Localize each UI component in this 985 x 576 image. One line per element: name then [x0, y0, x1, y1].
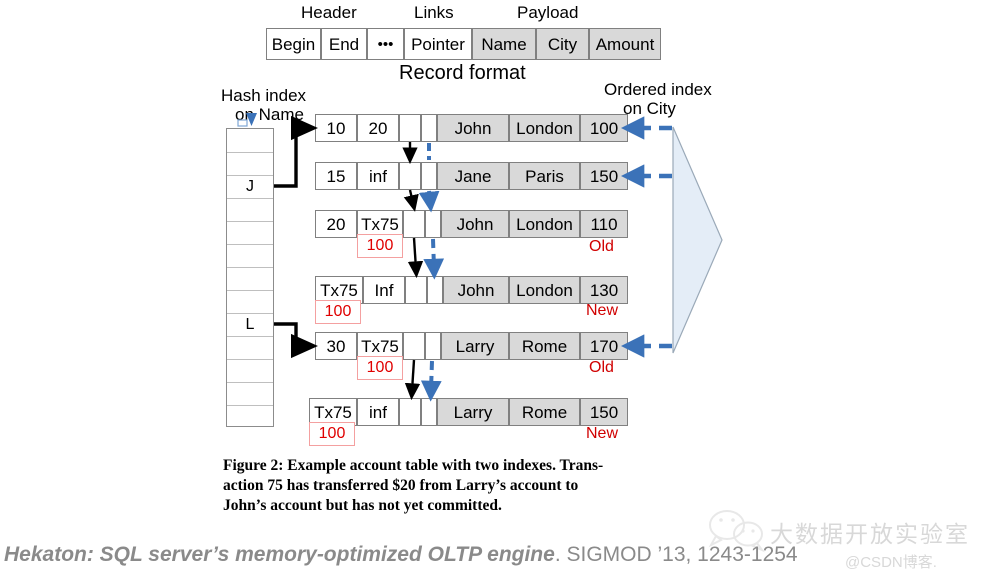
btree-chain-arrow-4: [420, 360, 442, 402]
record-format-col-name: Name: [472, 28, 536, 60]
caption-line-1: Figure 2: Example account table with two…: [223, 457, 604, 474]
record-5-name: Larry: [437, 398, 509, 426]
hash-bucket-6[interactable]: [227, 267, 273, 290]
hash-index-label-line1: Hash index: [221, 86, 307, 105]
record-1-begin: 15: [315, 162, 357, 190]
record-5-ptr-hash: [399, 398, 421, 426]
hash-bucket-2-j[interactable]: J: [227, 175, 273, 198]
hash-bucket-3[interactable]: [227, 198, 273, 221]
hash-bucket-1[interactable]: [227, 152, 273, 175]
record-2-begin: 20: [315, 210, 357, 238]
record-2-city: London: [509, 210, 580, 238]
hash-index-array[interactable]: J L: [226, 128, 274, 427]
figure-canvas: Header Links Payload Begin End ••• Point…: [0, 0, 985, 576]
hash-bucket-9[interactable]: [227, 336, 273, 359]
caption-line-3: John’s account but has not yet committed…: [223, 497, 502, 514]
version-chain-arrow-3: [407, 237, 424, 279]
record-4-old-amount: 100: [357, 356, 403, 380]
record-format-col-begin: Begin: [266, 28, 321, 60]
record-format-col-pointer: Pointer: [404, 28, 472, 60]
record-2-version-note: Old: [589, 238, 614, 255]
record-3-old-amount: 100: [315, 300, 361, 324]
footer-paper-title: Hekaton: SQL server’s memory-optimized O…: [4, 543, 555, 566]
record-5-old-amount: 100: [309, 422, 355, 446]
record-2-name: John: [441, 210, 509, 238]
record-5-version-note: New: [586, 425, 619, 442]
hash-bucket-8-l[interactable]: L: [227, 313, 273, 336]
watermark-text-sub: @CSDN博客.: [845, 554, 937, 571]
hash-bucket-4[interactable]: [227, 221, 273, 244]
record-2-ptr-btree: [425, 210, 441, 238]
record-format-title: Record format: [399, 62, 526, 84]
record-format-group-label-payload: Payload: [517, 3, 579, 22]
record-4-amount: 170: [580, 332, 628, 360]
hash-bucket-5[interactable]: [227, 244, 273, 267]
record-format-col-end: End: [321, 28, 367, 60]
record-0-ptr-hash: [399, 114, 421, 142]
record-4-name: Larry: [441, 332, 509, 360]
hash-bucket-l-connector: [274, 322, 318, 359]
hash-bucket-12[interactable]: [227, 405, 273, 426]
version-chain-arrow-2: [403, 189, 419, 212]
hash-bucket-j-connector: [274, 115, 318, 188]
record-1-amount: 150: [580, 162, 628, 190]
record-5-city: Rome: [509, 398, 580, 426]
hash-bucket-11[interactable]: [227, 382, 273, 405]
record-format-col-ellipsis: •••: [367, 28, 404, 60]
caption-line-2: action 75 has transferred $20 from Larry…: [223, 477, 579, 494]
ordered-index-label-line2: on City: [623, 99, 676, 118]
record-4-ptr-btree: [425, 332, 441, 360]
watermark-text-main: 大数据开放实验室: [770, 521, 970, 547]
record-0-ptr-btree: [421, 114, 437, 142]
record-1-city: Paris: [509, 162, 580, 190]
hash-bucket-0[interactable]: [227, 129, 273, 152]
record-format-col-amount: Amount: [589, 28, 661, 60]
hash-bucket-7[interactable]: [227, 290, 273, 313]
record-4-begin: 30: [315, 332, 357, 360]
record-0-city: London: [509, 114, 580, 142]
record-5-end: inf: [357, 398, 399, 426]
btree-chain-arrow-2: [418, 190, 440, 213]
record-2-amount: 110: [580, 210, 628, 238]
record-0-begin: 10: [315, 114, 357, 142]
btree-chain-arrow-3: [423, 238, 445, 280]
record-format-group-label-links: Links: [414, 3, 454, 22]
hash-bucket-10[interactable]: [227, 359, 273, 382]
record-format-col-city: City: [536, 28, 589, 60]
record-5-ptr-btree: [421, 398, 437, 426]
footer-venue: . SIGMOD ’13, 1243-1254: [554, 543, 798, 566]
record-3-name: John: [443, 276, 509, 304]
ordered-index-label-line1: Ordered index: [604, 80, 712, 99]
record-0-amount: 100: [580, 114, 628, 142]
record-3-version-note: New: [586, 302, 619, 319]
record-4-version-note: Old: [589, 359, 614, 376]
record-0-end: 20: [357, 114, 399, 142]
record-3-end: Inf: [363, 276, 405, 304]
record-2-old-amount: 100: [357, 234, 403, 258]
record-0-name: John: [437, 114, 509, 142]
btree-label: B-tree: [670, 193, 692, 248]
version-chain-arrow-4: [404, 359, 421, 401]
record-3-ptr-hash: [405, 276, 427, 304]
record-format-group-label-header: Header: [301, 3, 357, 22]
record-5-amount: 150: [580, 398, 628, 426]
record-3-amount: 130: [580, 276, 628, 304]
hash-index-label-line2: on Name: [235, 105, 304, 124]
record-3-city: London: [509, 276, 580, 304]
record-4-city: Rome: [509, 332, 580, 360]
record-1-ptr-btree: [421, 162, 437, 190]
record-3-ptr-btree: [427, 276, 443, 304]
record-2-ptr-hash: [403, 210, 425, 238]
footer-citation: Hekaton: SQL server’s memory-optimized O…: [4, 543, 798, 567]
record-1-end: inf: [357, 162, 399, 190]
record-4-ptr-hash: [403, 332, 425, 360]
record-1-name: Jane: [437, 162, 509, 190]
record-1-ptr-hash: [399, 162, 421, 190]
